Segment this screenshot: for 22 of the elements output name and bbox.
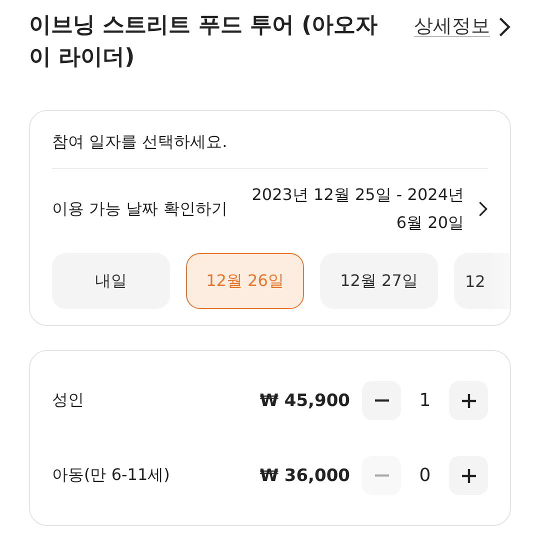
ticket-count: 1 [418, 390, 432, 411]
availability-label: 이용 가능 날짜 확인하기 [52, 198, 228, 220]
chevron-right-icon[interactable] [478, 200, 488, 218]
date-chip[interactable]: 내일 [52, 253, 170, 309]
date-chip[interactable]: 12 [454, 253, 510, 309]
date-prompt: 참여 일자를 선택하세요. [52, 131, 228, 153]
date-range: 2023년 12월 25일 - 2024년 6월 20일 [250, 184, 464, 234]
date-chip[interactable]: 12월 27일 [320, 253, 438, 309]
ticket-price: ₩ 36,000 [260, 466, 350, 486]
minus-icon [374, 399, 390, 402]
ticket-type: 성인 [52, 390, 85, 411]
details-link[interactable]: 상세정보 [414, 12, 490, 40]
plus-button[interactable] [449, 381, 488, 420]
tour-title: 이브닝 스트리트 푸드 투어 (아오자이 라이더) [29, 12, 379, 72]
ticket-price: ₩ 45,900 [260, 390, 350, 410]
plus-icon [460, 468, 476, 484]
ticket-type: 아동(만 6-11세) [52, 465, 171, 486]
plus-icon [460, 392, 476, 408]
minus-icon [374, 474, 390, 477]
chevron-right-icon[interactable] [498, 16, 511, 38]
plus-button[interactable] [449, 456, 488, 495]
ticket-count: 0 [418, 465, 432, 486]
